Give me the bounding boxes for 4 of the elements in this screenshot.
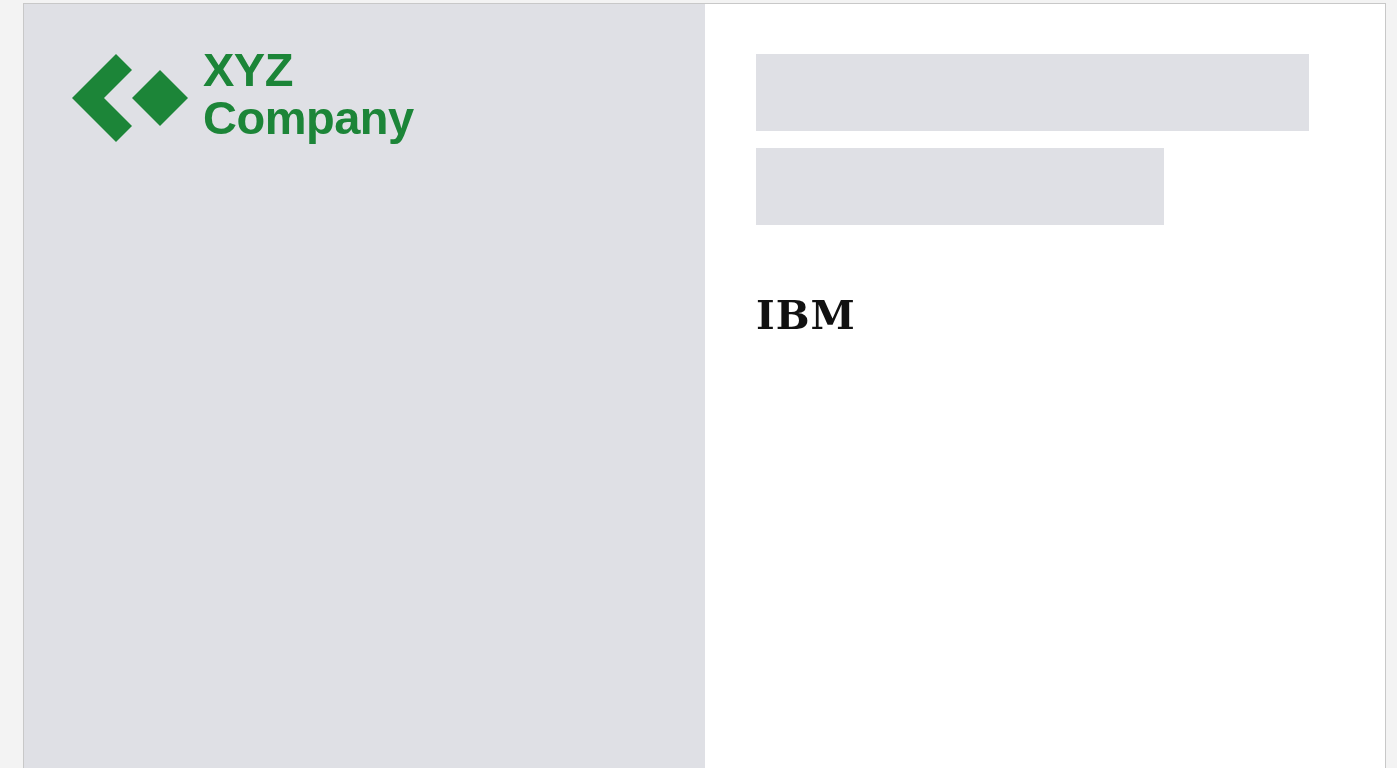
company-name: Company <box>203 94 414 142</box>
diamond-logo-icon <box>72 54 188 142</box>
company-name: XYZ <box>203 46 294 94</box>
vendor-logo: IBM <box>756 295 856 335</box>
